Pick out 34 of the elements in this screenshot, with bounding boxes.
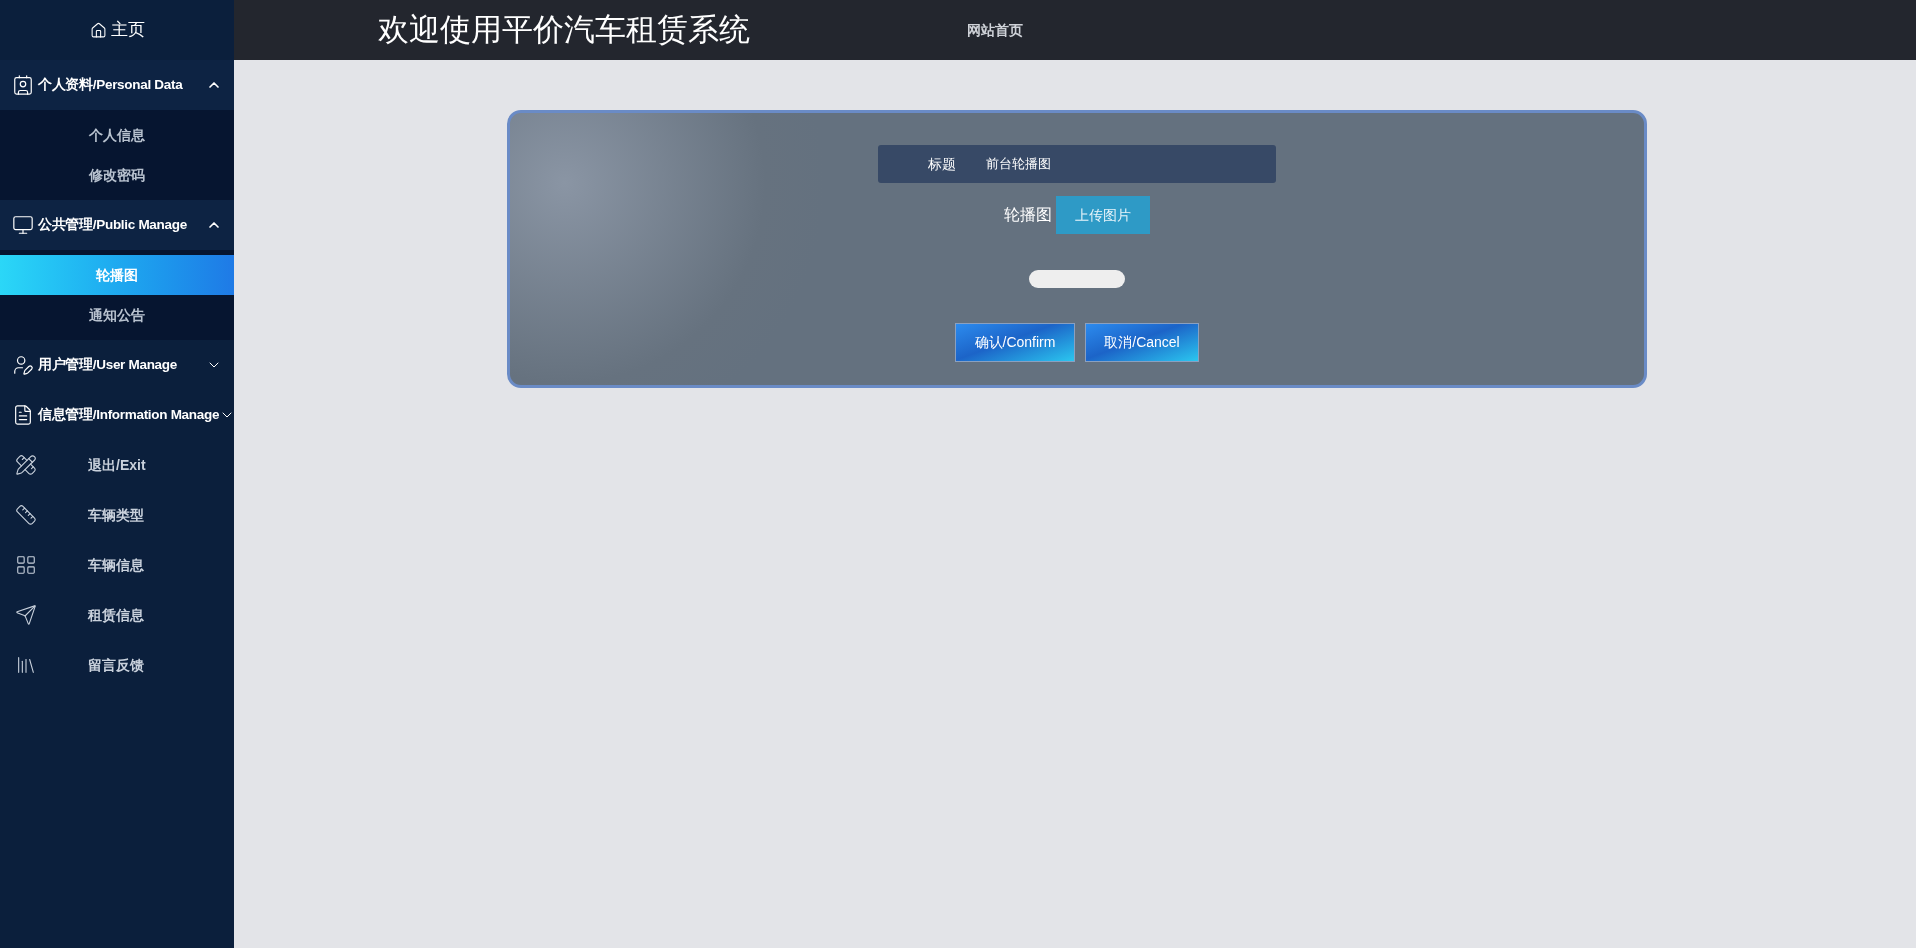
home-icon [89, 21, 107, 39]
cancel-button[interactable]: 取消/Cancel [1085, 323, 1199, 362]
menu-group-label: 用户管理/User Manage [38, 355, 178, 374]
title-field[interactable]: 标题 前台轮播图 [878, 145, 1276, 183]
menu-group-label: 公共管理/Public Manage [38, 215, 188, 234]
menu-group-label: 信息管理/Information Manage [38, 405, 220, 424]
menu-icon [12, 404, 34, 426]
menu-group-label: 个人资料/Personal Data [38, 75, 184, 94]
menu-group-header[interactable]: 信息管理/Information Manage [0, 390, 234, 440]
menu-item[interactable]: 车辆信息 [0, 540, 234, 590]
menu-icon [15, 604, 37, 626]
submenu-item[interactable]: 通知公告 [0, 295, 234, 335]
image-label: 轮播图 [1004, 205, 1052, 225]
title-value: 前台轮播图 [986, 155, 1051, 174]
confirm-button[interactable]: 确认/Confirm [955, 323, 1075, 362]
menu-group-header[interactable]: 个人资料/Personal Data [0, 60, 234, 110]
menu-icon [15, 504, 37, 526]
menu-icon [12, 214, 34, 236]
submenu-item[interactable]: 个人信息 [0, 115, 234, 155]
menu-item[interactable]: 车辆类型 [0, 490, 234, 540]
menu-icon [15, 454, 37, 476]
menu-icon [12, 354, 34, 376]
menu-item[interactable]: 退出/Exit [0, 440, 234, 490]
menu-icon [15, 554, 37, 576]
menu-icon [15, 654, 37, 676]
site-title: 欢迎使用平价汽车租赁系统 [378, 10, 750, 49]
menu-item[interactable]: 留言反馈 [0, 640, 234, 690]
submenu-item[interactable]: 修改密码 [0, 155, 234, 195]
menu-group-header[interactable]: 公共管理/Public Manage [0, 200, 234, 250]
home-link[interactable]: 主页 [89, 17, 145, 43]
menu-icon [12, 74, 34, 96]
menu-group-header[interactable]: 用户管理/User Manage [0, 340, 234, 390]
menu-item[interactable]: 租赁信息 [0, 590, 234, 640]
homepage-link[interactable]: 网站首页 [967, 19, 1023, 41]
